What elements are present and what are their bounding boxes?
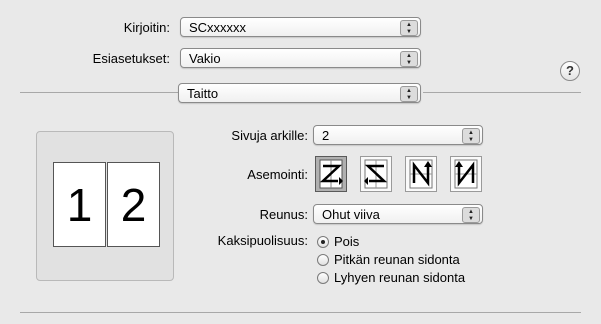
popup-arrows-icon: ▲ ▼ <box>400 86 418 102</box>
n-reverse-icon <box>454 159 478 189</box>
n-down-icon <box>409 159 433 189</box>
printer-label: Kirjoitin: <box>123 20 170 35</box>
two-sided-off-label: Pois <box>334 234 360 249</box>
two-sided-label: Kaksipuolisuus: <box>217 233 308 248</box>
panel-value: Taitto <box>187 86 219 101</box>
popup-arrows-icon: ▲ ▼ <box>400 20 418 36</box>
border-value: Ohut viiva <box>322 207 380 222</box>
section-divider <box>423 92 581 93</box>
help-button[interactable]: ? <box>560 61 580 81</box>
presets-value: Vakio <box>189 51 221 66</box>
two-sided-long-edge-radio[interactable] <box>317 254 329 266</box>
section-divider <box>20 92 178 93</box>
preview-page: 2 <box>107 162 160 247</box>
pages-per-sheet-label: Sivuja arkille: <box>231 128 308 143</box>
presets-popup[interactable]: Vakio ▲ ▼ <box>180 48 421 68</box>
border-popup[interactable]: Ohut viiva ▲ ▼ <box>313 204 483 224</box>
layout-direction-label: Asemointi: <box>247 167 308 182</box>
question-mark-icon: ? <box>566 63 574 78</box>
preview-page: 1 <box>53 162 106 247</box>
two-sided-short-edge-radio[interactable] <box>317 272 329 284</box>
layout-n-button[interactable] <box>405 156 437 192</box>
panel-popup[interactable]: Taitto ▲ ▼ <box>178 83 421 103</box>
s-reverse-icon <box>364 159 388 189</box>
layout-s-button[interactable] <box>360 156 392 192</box>
pages-per-sheet-popup[interactable]: 2 ▲ ▼ <box>313 125 483 145</box>
pages-per-sheet-value: 2 <box>322 128 330 143</box>
two-sided-short-edge-label: Lyhyen reunan sidonta <box>334 270 466 285</box>
popup-arrows-icon: ▲ ▼ <box>462 128 480 144</box>
two-sided-long-edge-label: Pitkän reunan sidonta <box>334 252 460 267</box>
layout-preview: 1 2 <box>36 131 174 281</box>
two-sided-off-radio[interactable] <box>317 236 329 248</box>
bottom-divider <box>20 312 581 313</box>
presets-label: Esiasetukset: <box>92 51 170 66</box>
printer-value: SCxxxxxx <box>189 20 247 35</box>
popup-arrows-icon: ▲ ▼ <box>400 51 418 67</box>
printer-popup[interactable]: SCxxxxxx ▲ ▼ <box>180 17 421 37</box>
border-label: Reunus: <box>259 207 308 222</box>
layout-n-reverse-button[interactable] <box>450 156 482 192</box>
popup-arrows-icon: ▲ ▼ <box>462 207 480 223</box>
layout-z-button[interactable] <box>315 156 347 192</box>
z-left-to-right-icon <box>319 159 343 189</box>
